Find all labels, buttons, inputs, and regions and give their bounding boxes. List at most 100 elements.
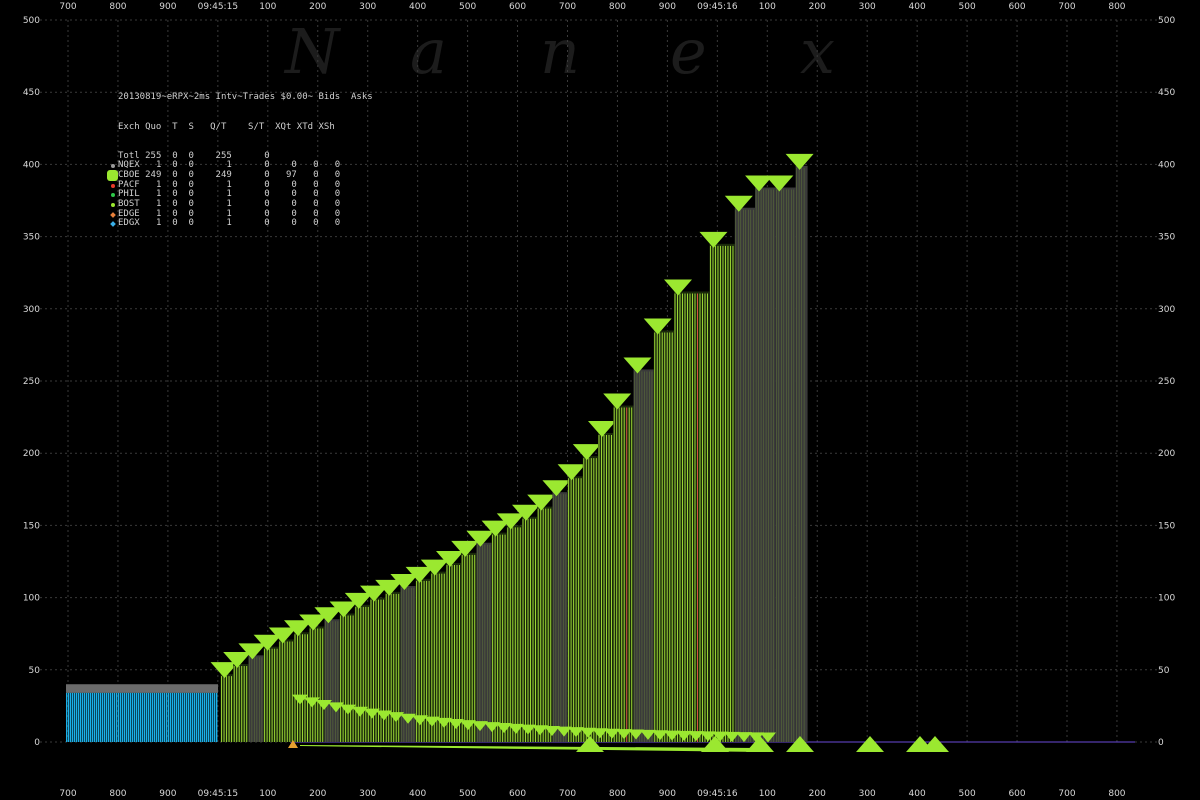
chart-title: 20130819~eRPX~2ms Intv~Trades $0.00~ Bid…: [118, 92, 373, 103]
x-tick-label: 300: [859, 789, 876, 799]
bid-bar: [216, 692, 218, 742]
x-tick-label: 100: [759, 2, 776, 12]
bid-bar: [138, 692, 140, 742]
bid-bar: [118, 692, 120, 742]
y-tick-label: 350: [1158, 233, 1175, 243]
y-tick-label: 0: [34, 738, 40, 748]
ask-bar: [446, 562, 462, 742]
legend-marker-icon: [108, 164, 118, 169]
y-tick-label: 100: [1158, 594, 1175, 604]
ask-bar: [582, 456, 598, 742]
legend-marker-icon: [108, 202, 118, 207]
bid-bar: [70, 692, 72, 742]
y-tick-label: 450: [1158, 88, 1175, 98]
bid-bar: [112, 692, 114, 742]
x-tick-label: 200: [809, 2, 826, 12]
bid-bar: [72, 692, 74, 742]
ask-bar: [324, 619, 340, 742]
bid-bar: [120, 692, 122, 742]
ask-bar: [734, 207, 756, 743]
bid-bar: [108, 692, 110, 742]
ask-bar: [598, 432, 614, 742]
legend-marker-icon: [108, 221, 118, 228]
x-tick-label: 800: [109, 2, 126, 12]
bid-bar: [212, 692, 214, 742]
y-tick-label: 200: [1158, 449, 1175, 459]
bid-bar: [96, 692, 98, 742]
x-tick-label: 600: [1008, 2, 1025, 12]
ask-bar: [775, 187, 796, 742]
x-tick-label: 600: [509, 789, 526, 799]
bid-bar: [182, 692, 184, 742]
bid-bar: [158, 692, 160, 742]
x-tick-label: 800: [609, 789, 626, 799]
bid-bar: [102, 692, 104, 742]
x-tick-label: 800: [609, 2, 626, 12]
bid-bar: [74, 692, 76, 742]
bid-top-band: [66, 684, 218, 693]
x-tick-label: 100: [259, 789, 276, 799]
legend-marker-icon: [108, 211, 118, 218]
bid-bar: [214, 692, 216, 742]
y-tick-label: 150: [23, 521, 40, 531]
ask-bar: [674, 291, 710, 742]
y-tick-label: 250: [1158, 377, 1175, 387]
bid-bar: [192, 692, 194, 742]
ask-bar: [233, 664, 249, 742]
y-tick-label: 500: [1158, 16, 1175, 26]
bid-bar: [184, 692, 186, 742]
bid-bar: [130, 692, 132, 742]
ask-bar: [633, 369, 654, 742]
x-tick-label: 900: [159, 789, 176, 799]
bid-bar: [172, 692, 174, 742]
x-tick-label: 100: [259, 2, 276, 12]
bid-bar: [114, 692, 116, 742]
x-tick-label: 700: [1058, 789, 1075, 799]
y-tick-label: 350: [23, 233, 40, 243]
y-tick-label: 450: [23, 88, 40, 98]
bid-bar: [104, 692, 106, 742]
x-tick-label: 500: [459, 2, 476, 12]
x-tick-label: 700: [1058, 2, 1075, 12]
y-tick-label: 150: [1158, 521, 1175, 531]
y-tick-label: 500: [23, 16, 40, 26]
bid-bar: [166, 692, 168, 742]
ask-bar: [552, 492, 568, 742]
bid-bar: [76, 692, 78, 742]
y-tick-label: 300: [1158, 305, 1175, 315]
x-tick-label: 200: [309, 789, 326, 799]
y-tick-label: 300: [23, 305, 40, 315]
bid-bar: [200, 692, 202, 742]
x-axis-top: 700 800 900 09:45:15 100 200 300 400 500 600 700 80…: [59, 2, 1125, 12]
x-tick-label: 800: [109, 789, 126, 799]
bottom-wedge: [300, 745, 760, 752]
bid-bar: [208, 692, 210, 742]
y-tick-label: 400: [1158, 160, 1175, 170]
x-tick-label: 200: [309, 2, 326, 12]
legend: 20130819~eRPX~2ms Intv~Trades $0.00~ Bid…: [107, 74, 373, 239]
bid-bar: [152, 692, 154, 742]
ask-marker: [785, 153, 814, 170]
legend-marker-icon: [107, 170, 118, 182]
x-tick-label: 09:45:15: [198, 2, 238, 12]
legend-marker-icon: [108, 193, 118, 198]
bid-bar: [92, 692, 94, 742]
x-tick-label: 600: [509, 2, 526, 12]
bid-bar: [84, 692, 86, 742]
bid-bar: [94, 692, 96, 742]
ask-bar: [354, 604, 370, 742]
x-tick-label: 600: [1008, 789, 1025, 799]
x-tick-label: 900: [159, 2, 176, 12]
bid-bar: [132, 692, 134, 742]
bid-bar: [116, 692, 118, 742]
bid-bar: [68, 692, 70, 742]
bid-bar: [176, 692, 178, 742]
watermark-letter: e: [670, 15, 707, 88]
y-tick-label: 50: [29, 666, 41, 676]
bid-bar: [198, 692, 200, 742]
bid-bar: [110, 692, 112, 742]
y-axis-right: 0 50 100 150 200 250 300 350 400 450 500: [1158, 16, 1175, 748]
x-tick-label: 500: [959, 2, 976, 12]
ask-bar: [263, 646, 279, 742]
bid-bar: [142, 692, 144, 742]
